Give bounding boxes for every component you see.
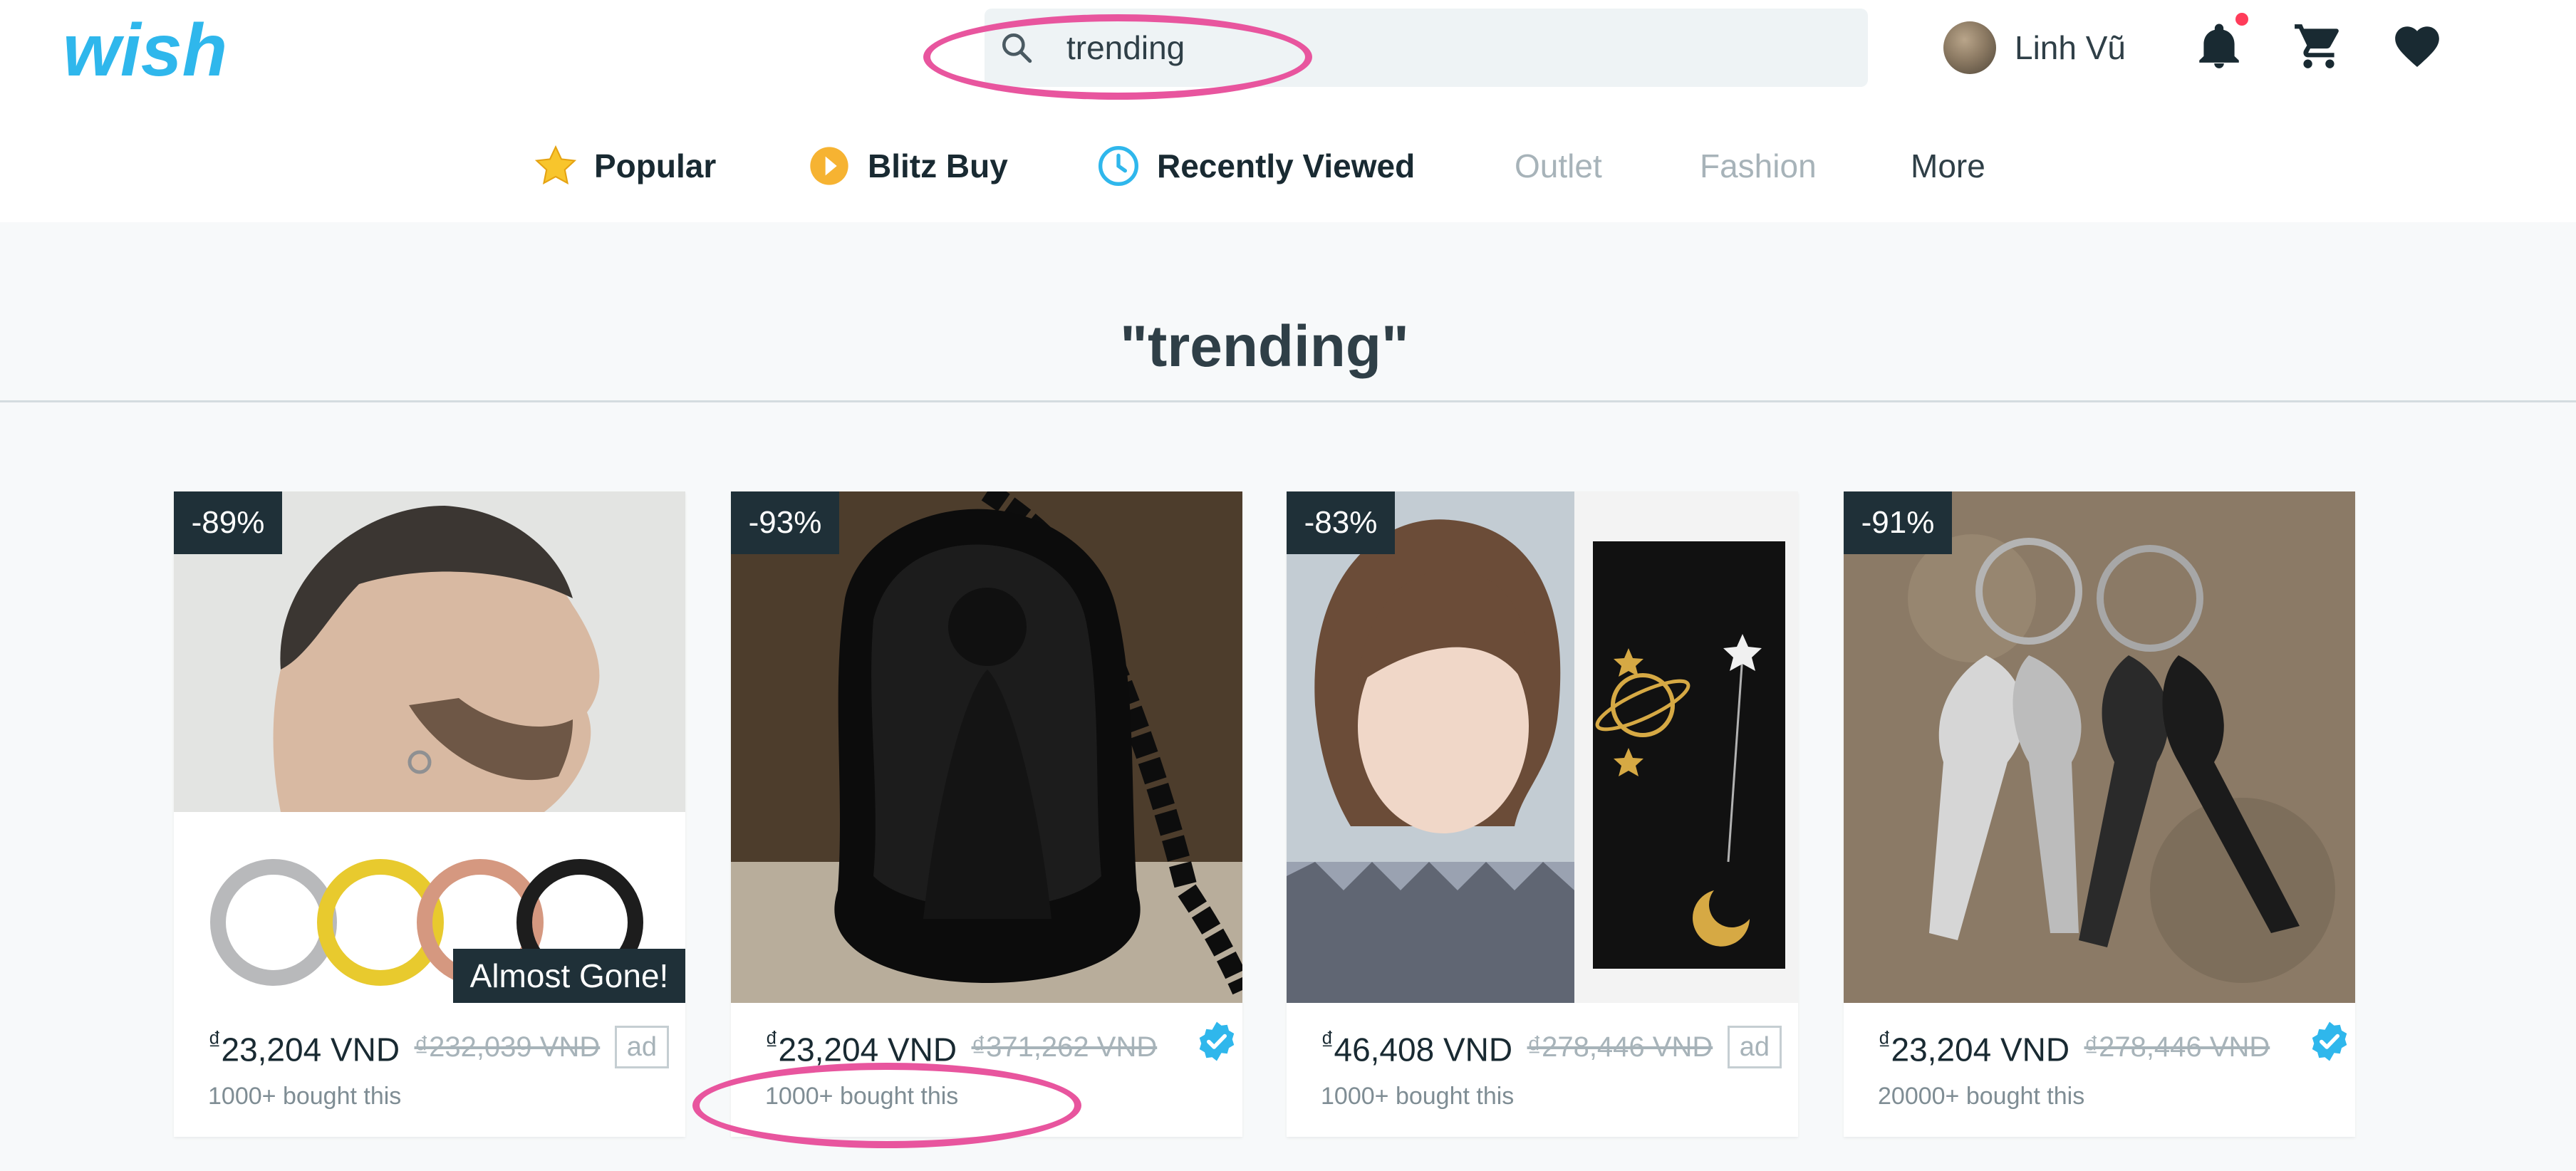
svg-text:wish: wish — [63, 13, 227, 91]
notification-dot — [2235, 13, 2248, 26]
currency-symbol: ₫ — [765, 1026, 779, 1055]
bell-icon[interactable] — [2193, 20, 2245, 73]
price-row: ₫23,204 VND ₫232,039 VND ad — [208, 1026, 685, 1071]
nav-item-label: Blitz Buy — [868, 147, 1008, 184]
product-photo — [1287, 491, 1798, 1003]
price-row: ₫23,204 VND ₫278,446 VND — [1878, 1026, 2355, 1071]
nav-item-outlet[interactable]: Outlet — [1515, 134, 1602, 198]
top-header: wish trending Linh Vũ Popular Blitz Buy … — [0, 0, 2576, 222]
price-value: 23,204 VND — [1891, 1031, 2070, 1068]
original-price: ₫232,039 VND — [414, 1031, 601, 1063]
price-value: 46,408 VND — [1334, 1031, 1513, 1068]
currency-symbol: ₫ — [1321, 1026, 1334, 1055]
price: ₫23,204 VND — [1878, 1026, 2069, 1068]
product-card[interactable]: -91% ₫23,204 VND ₫278,446 VND 20000+ bou… — [1844, 491, 2355, 1137]
nav-item-label: More — [1911, 147, 1985, 184]
verified-icon — [2312, 1021, 2347, 1061]
nav-item-label: Outlet — [1515, 147, 1602, 184]
product-image[interactable]: -93% — [731, 491, 1242, 1003]
bought-count: 20000+ bought this — [1878, 1083, 2085, 1110]
original-price: ₫278,446 VND — [1527, 1031, 1713, 1063]
product-image[interactable]: -89% Almost Gone! — [174, 491, 685, 1003]
cart-icon[interactable] — [2292, 20, 2345, 73]
original-price: ₫371,262 VND — [971, 1031, 1158, 1063]
product-card[interactable]: -83% ₫46,408 VND ₫278,446 VND ad 1000+ b… — [1287, 491, 1798, 1137]
ad-tag: ad — [1727, 1026, 1782, 1069]
price: ₫23,204 VND — [208, 1026, 400, 1068]
nav-item-recently-viewed[interactable]: Recently Viewed — [1096, 134, 1415, 198]
discount-badge: -93% — [731, 491, 839, 554]
product-card[interactable]: -89% Almost Gone! ₫23,204 VND ₫232,039 V… — [174, 491, 685, 1137]
product-image[interactable]: -91% — [1844, 491, 2355, 1003]
currency-symbol: ₫ — [208, 1026, 222, 1055]
ad-tag: ad — [614, 1026, 669, 1069]
nav-item-label: Popular — [594, 147, 717, 184]
product-photo — [174, 491, 685, 1003]
price-value: 23,204 VND — [221, 1031, 400, 1068]
bought-count: 1000+ bought this — [1321, 1083, 1515, 1110]
nav-item-label: Recently Viewed — [1157, 147, 1416, 184]
annotation-ellipse-search — [923, 14, 1312, 100]
nav-item-label: Fashion — [1700, 147, 1817, 184]
original-price: ₫278,446 VND — [2084, 1031, 2270, 1063]
heart-icon[interactable] — [2391, 20, 2443, 73]
bought-count: 1000+ bought this — [208, 1083, 402, 1110]
price: ₫46,408 VND — [1321, 1026, 1512, 1068]
nav-item-more[interactable]: More — [1911, 134, 1985, 198]
star-icon — [534, 145, 577, 185]
product-card[interactable]: -93% ₫23,204 VND ₫371,262 VND 1000+ boug… — [731, 491, 1242, 1137]
blitz-buy-icon — [810, 147, 848, 185]
divider — [0, 400, 2576, 402]
page-title: "trending" — [1120, 314, 1409, 379]
verified-icon — [1199, 1021, 1235, 1061]
product-photo — [1844, 491, 2355, 1003]
profile-name[interactable]: Linh Vũ — [2015, 28, 2126, 67]
price: ₫23,204 VND — [765, 1026, 957, 1068]
currency-symbol: ₫ — [1878, 1026, 1891, 1055]
almost-gone-badge: Almost Gone! — [453, 949, 685, 1003]
category-nav: Popular Blitz Buy Recently Viewed Outlet… — [0, 134, 2576, 198]
nav-item-popular[interactable]: Popular — [533, 134, 716, 198]
wish-logo[interactable]: wish — [61, 13, 254, 91]
discount-badge: -83% — [1287, 491, 1395, 554]
product-image[interactable]: -83% — [1287, 491, 1798, 1003]
clock-icon — [1099, 146, 1138, 186]
nav-item-fashion[interactable]: Fashion — [1700, 134, 1817, 198]
nav-item-blitz-buy[interactable]: Blitz Buy — [806, 134, 1008, 198]
annotation-ellipse-bought — [692, 1063, 1081, 1148]
price-row: ₫46,408 VND ₫278,446 VND ad — [1321, 1026, 1798, 1071]
avatar[interactable] — [1943, 21, 1996, 74]
product-photo — [731, 491, 1242, 1003]
discount-badge: -89% — [174, 491, 282, 554]
discount-badge: -91% — [1844, 491, 1952, 554]
